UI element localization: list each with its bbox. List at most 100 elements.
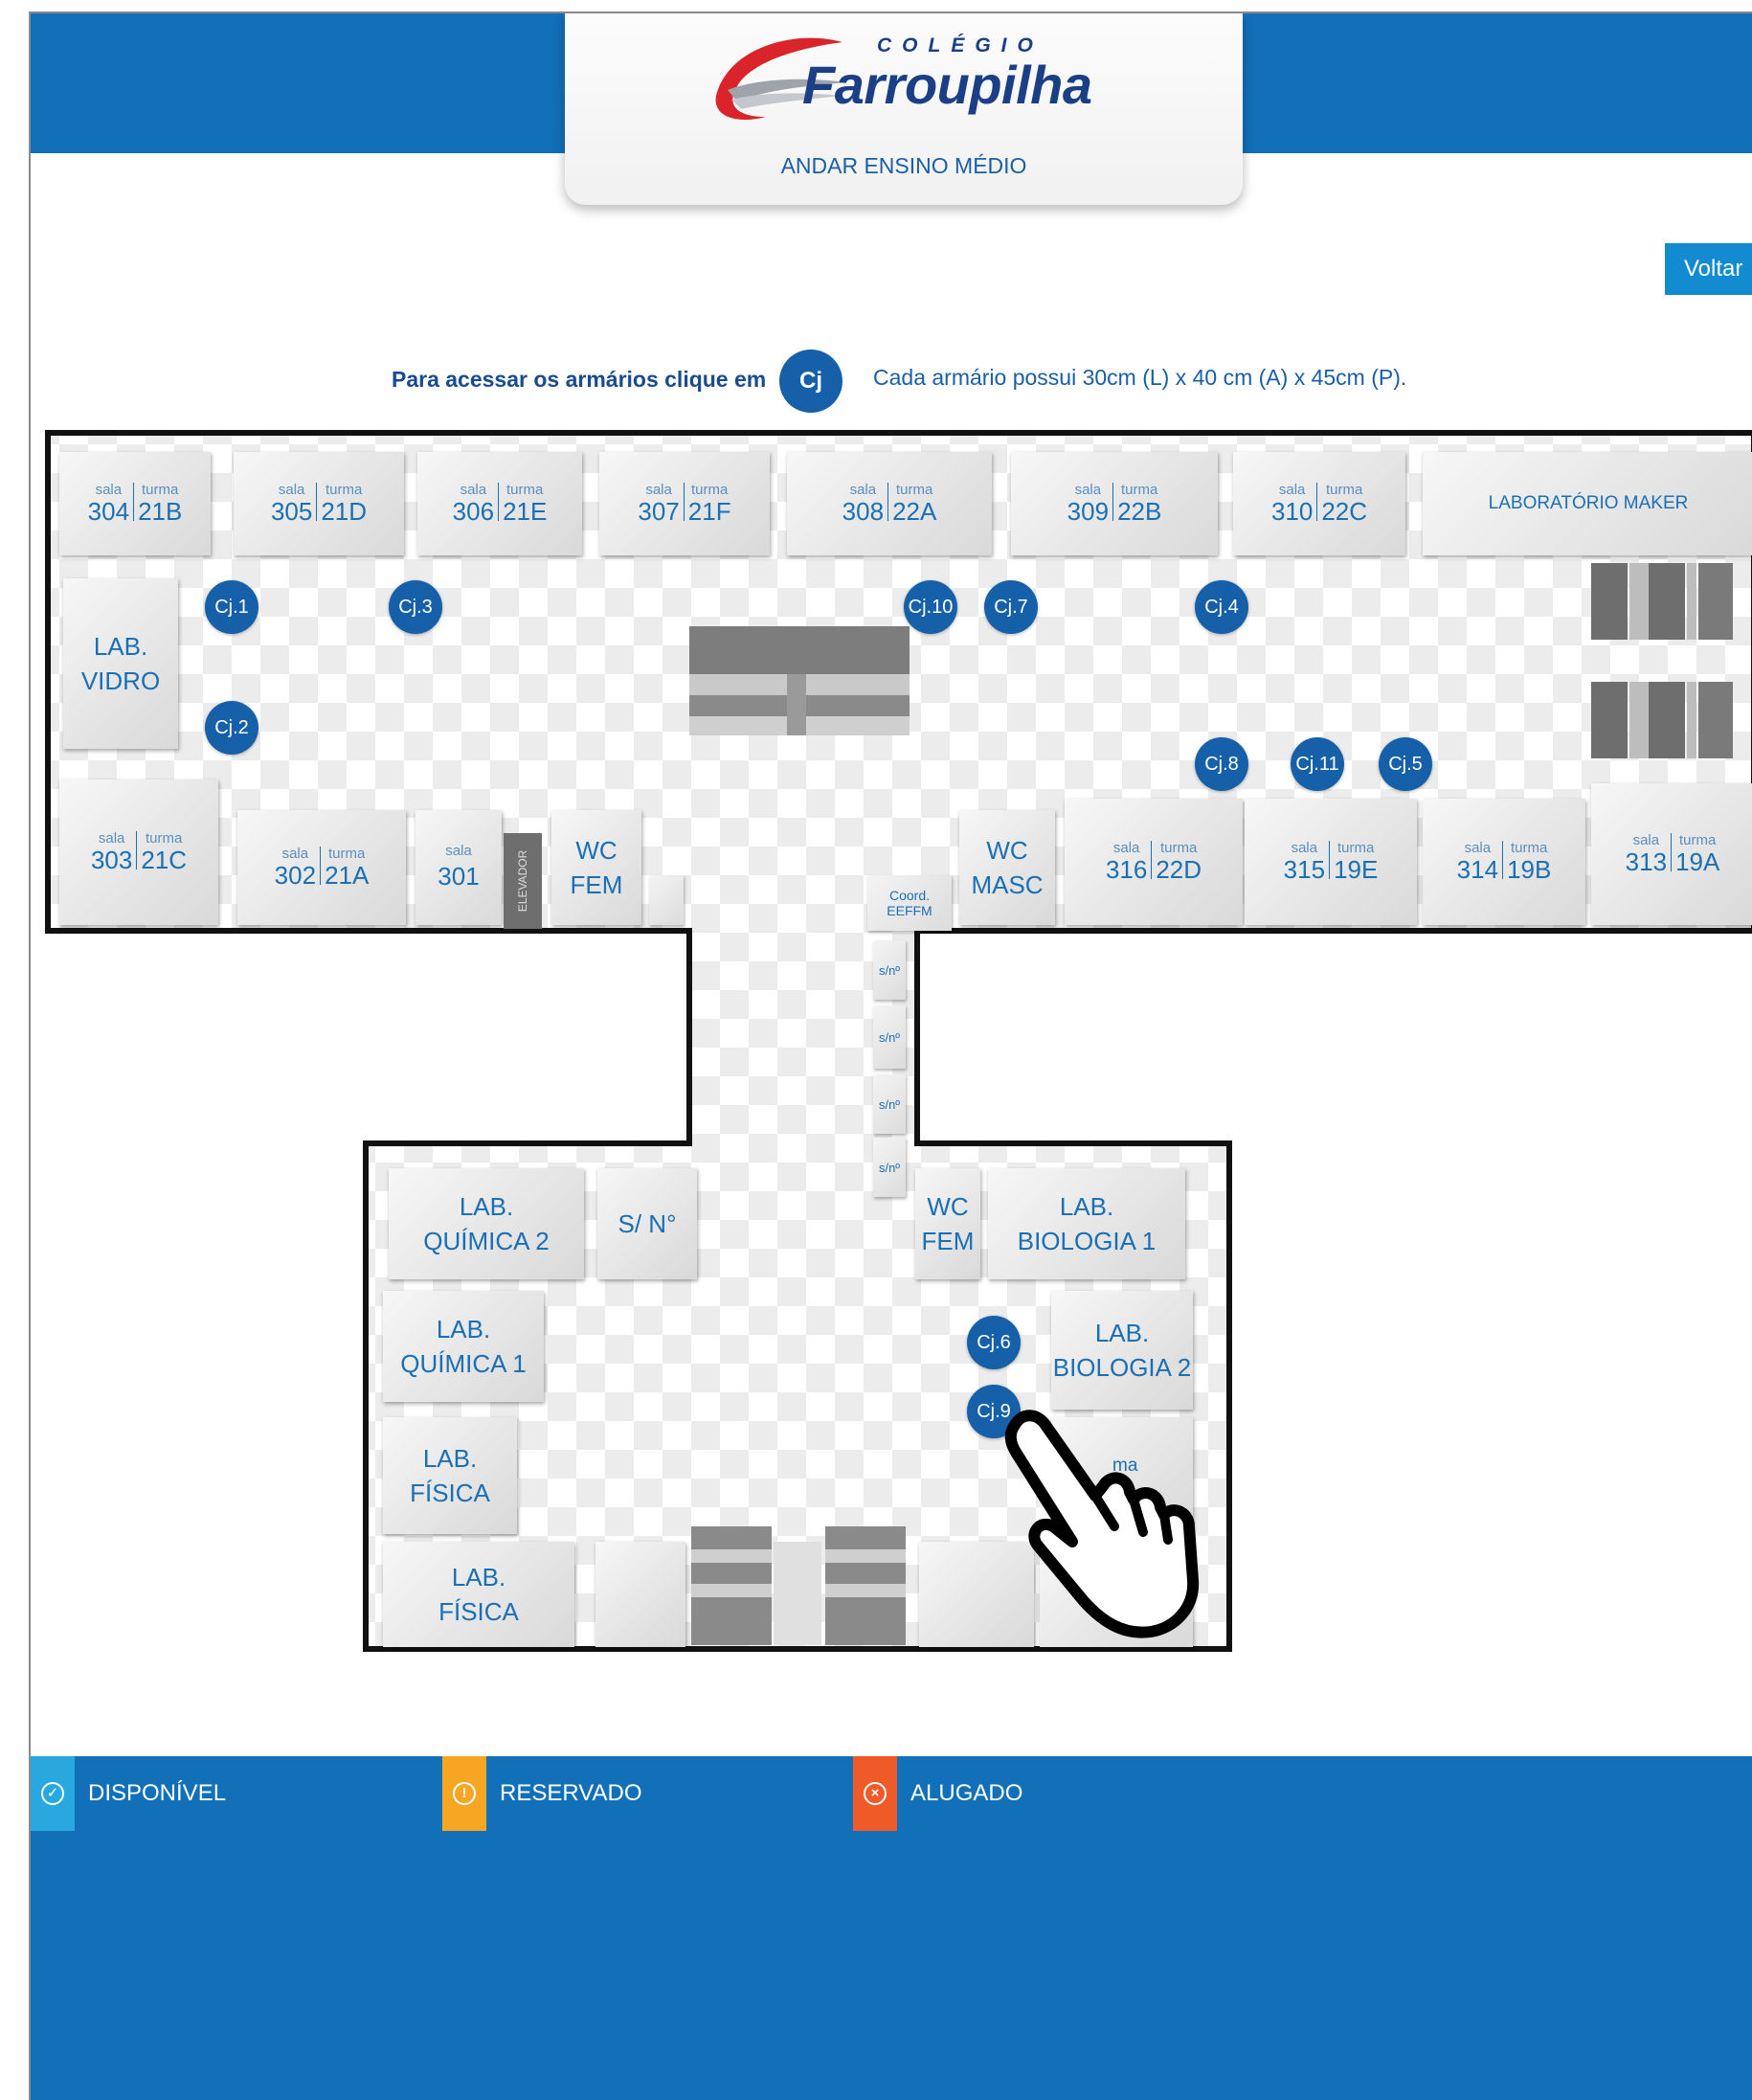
- locker-cj10-button[interactable]: Cj.10: [904, 580, 957, 634]
- wc-type: FEM: [570, 870, 623, 899]
- lab-vidro: LAB. VIDRO: [63, 578, 178, 749]
- legend-reserved: ! RESERVADO: [442, 1756, 642, 1831]
- sala-label: sala: [460, 482, 487, 498]
- lab-name: FÍSICA: [438, 1597, 519, 1626]
- turma-label: turma: [1511, 840, 1548, 856]
- lab-name: QUÍMICA 1: [400, 1349, 527, 1378]
- classroom-302: sala 302 turma 21A: [237, 810, 406, 925]
- lab-fisica-1: LAB. FÍSICA: [383, 1417, 517, 1534]
- turma-code: 21F: [687, 497, 731, 526]
- turma-code: 22D: [1156, 855, 1202, 884]
- check-icon: ✓: [41, 1782, 64, 1805]
- turma-label: turma: [691, 482, 729, 498]
- turma-label: turma: [896, 482, 933, 498]
- wc-type: MASC: [971, 870, 1044, 899]
- legend-label: ALUGADO: [910, 1780, 1023, 1806]
- coord-dept: EEFFM: [887, 903, 932, 918]
- sala-number: 316: [1105, 855, 1148, 884]
- turma-label: turma: [328, 846, 366, 862]
- lab-label: LAB.: [1059, 1192, 1114, 1221]
- turma-label: turma: [1121, 482, 1158, 498]
- room-sn-2: s/nº: [873, 1005, 906, 1069]
- turma-code: 21B: [138, 497, 183, 526]
- lab-name: BIOLOGIA 1: [1017, 1227, 1157, 1255]
- app-frame: COLÉGIO Farroupilha ANDAR ENSINO MÉDIO V…: [29, 11, 1752, 2100]
- sala-label: sala: [1074, 482, 1102, 498]
- lab-name: QUÍMICA 2: [423, 1227, 550, 1255]
- turma-code: 21D: [321, 497, 368, 526]
- sala-number: 301: [438, 861, 480, 891]
- turma-label: turma: [326, 482, 363, 498]
- lab-label: LAB.: [459, 1192, 514, 1221]
- legend-available: ✓ DISPONÍVEL: [31, 1756, 226, 1831]
- classroom-304: sala 304 turma 21B: [59, 452, 211, 555]
- locker-cj3-button[interactable]: Cj.3: [389, 580, 442, 634]
- classroom-316: sala 316 turma 22D: [1065, 799, 1243, 925]
- wc-label: WC: [927, 1192, 969, 1221]
- classroom-309: sala 309 turma 22B: [1011, 452, 1218, 555]
- room-sn-4: s/nº: [873, 1138, 906, 1197]
- sala-number: 304: [87, 497, 130, 526]
- lab-maker: LABORATÓRIO MAKER: [1423, 452, 1752, 555]
- legend-chip: ✓: [31, 1756, 75, 1831]
- wc-label: WC: [986, 836, 1028, 865]
- lab-quimica-2: LAB. QUÍMICA 2: [389, 1168, 584, 1279]
- turma-code: 21A: [325, 861, 370, 890]
- storage-room: [649, 875, 684, 925]
- sala-label: sala: [281, 846, 309, 862]
- turma-code: 21E: [503, 497, 548, 526]
- room-sn: S/ N°: [597, 1168, 697, 1279]
- sala-number: 315: [1283, 855, 1326, 884]
- wc-label: WC: [575, 836, 618, 865]
- lab-quimica-1: LAB. QUÍMICA 1: [383, 1291, 544, 1402]
- lab-label: LAB.: [1094, 1319, 1150, 1347]
- turma-code: 19B: [1507, 855, 1552, 884]
- locker-cj7-button[interactable]: Cj.7: [984, 580, 1038, 634]
- warning-icon: !: [453, 1782, 476, 1805]
- elevator: ELEVADOR: [504, 833, 542, 929]
- lab-biologia-1: LAB. BIOLOGIA 1: [988, 1168, 1185, 1279]
- pointer-hand-icon: [1004, 1410, 1200, 1638]
- sala-label: sala: [849, 482, 877, 498]
- classroom-314: sala 314 turma 19B: [1423, 799, 1585, 925]
- turma-label: turma: [1337, 840, 1375, 856]
- room-sn-1: s/nº: [873, 940, 906, 1000]
- locker-cj5-button[interactable]: Cj.5: [1379, 737, 1432, 791]
- sala-number: 303: [90, 846, 133, 874]
- classroom-313: sala 313 turma 19A: [1591, 783, 1752, 925]
- wc-type: FEM: [921, 1227, 975, 1255]
- coord-label: Coord.: [888, 888, 931, 903]
- turma-code: 19A: [1675, 847, 1720, 876]
- storage-lower: [595, 1542, 685, 1647]
- lab-name: BIOLOGIA 2: [1052, 1353, 1192, 1382]
- sala-label: sala: [1112, 840, 1140, 856]
- locker-cj2-button[interactable]: Cj.2: [205, 701, 258, 755]
- locker-cj1-button[interactable]: Cj.1: [205, 580, 258, 634]
- sala-number: 310: [1270, 497, 1314, 526]
- sala-label: sala: [445, 842, 472, 859]
- legend-label: DISPONÍVEL: [88, 1780, 227, 1806]
- classroom-301: sala 301: [416, 810, 502, 925]
- locker-cj4-button[interactable]: Cj.4: [1195, 580, 1248, 634]
- turma-label: turma: [506, 482, 544, 498]
- legend-chip: ×: [853, 1756, 897, 1831]
- legend-rented: × ALUGADO: [853, 1756, 1022, 1831]
- lab-fisica-2: LAB. FÍSICA: [383, 1542, 574, 1647]
- close-icon: ×: [864, 1782, 887, 1805]
- wc-masc-top: WC MASC: [959, 810, 1055, 925]
- sala-number: 305: [270, 497, 313, 526]
- legend-label: RESERVADO: [500, 1780, 642, 1806]
- locker-cj11-button[interactable]: Cj.11: [1291, 737, 1344, 791]
- classroom-307: sala 307 turma 21F: [599, 452, 770, 555]
- wc-fem-bottom: WC FEM: [915, 1168, 980, 1279]
- lab-maker-label: LABORATÓRIO MAKER: [1488, 493, 1689, 513]
- sala-label: sala: [1278, 482, 1306, 498]
- turma-code: 22A: [892, 497, 937, 526]
- lab-name: FÍSICA: [410, 1479, 490, 1507]
- sala-number: 309: [1067, 497, 1110, 526]
- classroom-303: sala 303 turma 21C: [59, 779, 218, 925]
- lab-label: LAB.: [93, 632, 148, 661]
- locker-cj8-button[interactable]: Cj.8: [1195, 737, 1248, 791]
- locker-cj6-button[interactable]: Cj.6: [967, 1316, 1021, 1369]
- sala-label: sala: [1464, 840, 1492, 856]
